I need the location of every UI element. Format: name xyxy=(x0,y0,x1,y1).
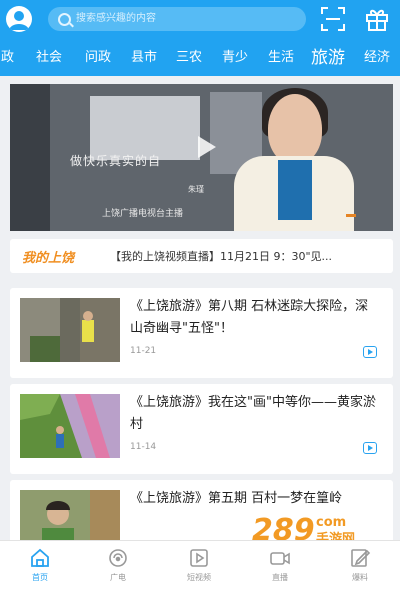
user-avatar-icon[interactable] xyxy=(6,6,32,32)
article-card[interactable]: 《上饶旅游》第八期 石林迷踪大探险，深山奇幽寻"五怪"！ 11-21 xyxy=(10,288,393,378)
bottom-nav: 首页 广电 短视频 直播 爆料 xyxy=(0,540,400,593)
hero-subtitle: 上饶广播电视台主播 xyxy=(102,209,184,219)
hero-anchor-name: 朱瑾 xyxy=(188,185,204,194)
article-thumbnail xyxy=(20,394,120,458)
article-thumbnail xyxy=(20,298,120,362)
nav-label: 广电 xyxy=(110,573,126,582)
nav-label: 短视频 xyxy=(187,573,211,582)
nav-broadcast[interactable]: 广电 xyxy=(88,547,148,591)
carousel-indicator xyxy=(346,214,356,217)
short-video-icon xyxy=(190,549,208,567)
tab-economy[interactable]: 经济 xyxy=(364,46,390,70)
live-logo: 我的上饶 xyxy=(22,251,75,266)
scan-icon[interactable] xyxy=(320,6,346,32)
tab-life[interactable]: 生活 xyxy=(268,46,294,70)
anchor-scarf xyxy=(278,160,312,220)
anchor-face xyxy=(268,94,322,164)
tab-politics[interactable]: 政 xyxy=(1,46,14,70)
hero-caption: 做快乐真实的自 xyxy=(70,154,162,168)
article-title: 《上饶旅游》第八期 石林迷踪大探险，深山奇幽寻"五怪"！ xyxy=(130,299,369,336)
gift-icon[interactable] xyxy=(364,6,390,32)
nav-label: 直播 xyxy=(272,573,288,582)
live-announcement[interactable]: 我的上饶 【我的上饶视频直播】11月21日 9：30"见... xyxy=(10,239,393,273)
report-icon xyxy=(351,549,371,567)
tab-counties[interactable]: 县市 xyxy=(131,46,157,70)
nav-report[interactable]: 爆料 xyxy=(330,547,390,591)
live-icon xyxy=(270,552,290,565)
search-placeholder: 搜索感兴趣的内容 xyxy=(76,13,156,24)
search-icon xyxy=(58,13,71,26)
nav-label: 首页 xyxy=(32,573,48,582)
article-date: 11-21 xyxy=(130,346,157,356)
live-text: 【我的上饶视频直播】11月21日 9：30"见... xyxy=(110,250,333,263)
tab-agriculture[interactable]: 三农 xyxy=(176,46,202,70)
home-icon xyxy=(31,548,49,567)
tab-inquiry[interactable]: 问政 xyxy=(85,46,111,70)
nav-home[interactable]: 首页 xyxy=(10,547,70,591)
video-icon xyxy=(363,346,377,358)
video-icon xyxy=(363,442,377,454)
top-bar: 搜索感兴趣的内容 政 社会 问政 县市 三农 青少 生活 旅游 经济 xyxy=(0,0,400,76)
article-card[interactable]: 《上饶旅游》我在这"画"中等你——黄家淤村 11-14 xyxy=(10,384,393,474)
play-icon[interactable] xyxy=(198,136,216,158)
search-input[interactable]: 搜索感兴趣的内容 xyxy=(48,7,306,31)
article-date: 11-14 xyxy=(130,442,157,452)
tab-youth[interactable]: 青少 xyxy=(222,46,248,70)
broadcast-icon xyxy=(109,549,127,567)
nav-live[interactable]: 直播 xyxy=(250,547,310,591)
tab-society[interactable]: 社会 xyxy=(36,46,62,70)
hero-video[interactable]: 做快乐真实的自 朱瑾 上饶广播电视台主播 xyxy=(10,84,393,231)
article-title: 《上饶旅游》第五期 百村一梦在篁岭 xyxy=(130,491,343,506)
nav-short-video[interactable]: 短视频 xyxy=(169,547,229,591)
article-title: 《上饶旅游》我在这"画"中等你——黄家淤村 xyxy=(130,395,376,432)
tab-travel[interactable]: 旅游 xyxy=(311,46,345,70)
watermark-suffix: com xyxy=(316,515,346,530)
nav-label: 爆料 xyxy=(352,573,368,582)
studio-screen xyxy=(90,96,200,160)
channel-tabs: 政 社会 问政 县市 三农 青少 生活 旅游 经济 xyxy=(0,46,400,70)
